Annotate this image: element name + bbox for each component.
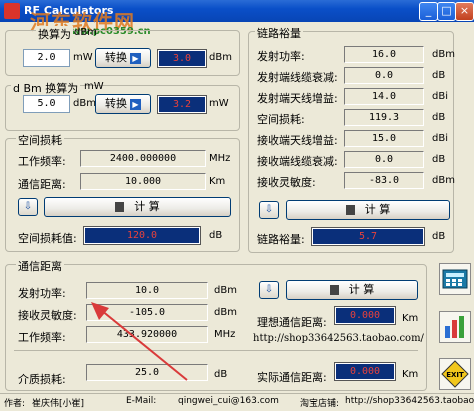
actual-result: 0.000 <box>334 362 396 381</box>
space-loss-result-unit: dB <box>209 230 223 241</box>
calculator-icon <box>442 269 468 289</box>
email-label: E-Mail: <box>126 396 157 406</box>
link-margin-row-unit: dB <box>432 112 446 123</box>
convert1-button[interactable]: 转换 ▶ <box>95 48 151 68</box>
link-margin-row-label: 空间损耗: <box>257 113 305 126</box>
chart-side-button[interactable] <box>439 311 471 343</box>
comm-freq-label: 工作频率: <box>18 331 66 344</box>
converter2-result-unit: mW <box>209 98 229 109</box>
ideal-label: 理想通信距离: <box>257 316 327 329</box>
converter2-input[interactable]: 5.0 <box>23 95 70 113</box>
link-margin-row-label: 接收端线缆衰减: <box>257 155 338 168</box>
link-margin-row-value[interactable]: 0.0 <box>344 151 424 168</box>
converter1-input[interactable]: 2.0 <box>23 49 70 67</box>
comm-calc-button[interactable]: 计 算 <box>286 280 418 300</box>
converter2-title: d Bm 换算为 <box>11 80 81 96</box>
link-margin-toggle-button[interactable]: ⇩ <box>259 201 279 219</box>
shop-label: 淘宝店铺: <box>300 399 340 409</box>
dist-unit: Km <box>209 176 226 187</box>
tx-unit: dBm <box>214 285 237 296</box>
link-margin-row-label: 发射功率: <box>257 50 305 63</box>
actual-unit: Km <box>402 369 419 380</box>
link-margin-row-unit: dBm <box>432 49 455 60</box>
dist-label: 通信距离: <box>18 178 66 191</box>
annotation-arrow <box>91 302 188 381</box>
email-value[interactable]: qingwei_cui@163.com <box>178 396 279 406</box>
chart-icon <box>445 316 464 338</box>
freq-unit: MHz <box>209 153 231 164</box>
converter1-result-unit: dBm <box>209 52 232 63</box>
ideal-result: 0.000 <box>334 306 396 325</box>
link-margin-title: 链路裕量 <box>255 25 303 41</box>
link-margin-row-value[interactable]: 16.0 <box>344 46 424 63</box>
shop-url[interactable]: http://shop33642563.taobao.com/ <box>253 333 424 344</box>
link-margin-result-label: 链路裕量: <box>257 233 305 246</box>
comm-tx[interactable]: 10.0 <box>86 282 208 299</box>
link-margin-row-unit: dBm <box>432 175 455 186</box>
down-arrow-icon: ⇩ <box>264 204 274 215</box>
link-margin-row-value[interactable]: 119.3 <box>344 109 424 126</box>
link-margin-calc-button[interactable]: 计 算 <box>286 200 450 220</box>
convert2-button[interactable]: 转换 ▶ <box>95 94 151 114</box>
space-loss-result-label: 空间损耗值: <box>18 232 77 245</box>
converter1-title: 换算为 <box>36 26 73 42</box>
rx-unit: dBm <box>214 307 237 318</box>
down-arrow-icon: ⇩ <box>23 201 33 212</box>
space-loss-toggle-button[interactable]: ⇩ <box>18 198 38 216</box>
link-margin-row-unit: dB <box>432 70 446 81</box>
converter2-result: 3.2 <box>157 95 207 114</box>
link-margin-row-label: 发射端线缆衰减: <box>257 71 338 84</box>
medium-unit: dB <box>214 369 228 380</box>
calculator-icon <box>345 205 355 215</box>
space-loss-title: 空间损耗 <box>16 132 64 148</box>
shop-link[interactable]: http://shop33642563.taobao.com <box>345 396 474 406</box>
link-margin-row-value[interactable]: 0.0 <box>344 67 424 84</box>
maximize-button[interactable]: □ <box>437 2 456 21</box>
link-margin-result: 5.7 <box>311 227 425 246</box>
link-margin-result-unit: dB <box>432 231 446 242</box>
author-label: 作者: <box>4 399 26 409</box>
ideal-unit: Km <box>402 313 419 324</box>
svg-text:EXIT: EXIT <box>446 371 464 379</box>
calculator-icon <box>115 202 125 212</box>
arrow-right-icon: ▶ <box>130 52 141 64</box>
link-margin-row-label: 接收端天线增益: <box>257 134 338 147</box>
comm-distance-title: 通信距离 <box>16 258 64 274</box>
link-margin-row-label: 发射端天线增益: <box>257 92 338 105</box>
tx-label: 发射功率: <box>18 287 66 300</box>
link-margin-row-label: 接收灵敏度: <box>257 176 316 189</box>
space-loss-calc-button[interactable]: 计 算 <box>44 197 231 217</box>
link-margin-row-unit: dB <box>432 154 446 165</box>
rx-label: 接收灵敏度: <box>18 309 77 322</box>
medium-label: 介质损耗: <box>18 373 66 386</box>
converter2-input-unit: dBm <box>73 98 96 109</box>
space-loss-dist[interactable]: 10.000 <box>80 173 206 190</box>
author-name: 崔庆伟[小崔] <box>32 399 85 409</box>
converter2-to-unit: mW <box>84 81 104 92</box>
space-loss-result: 120.0 <box>83 226 201 245</box>
exit-icon: EXIT <box>441 360 469 388</box>
calculator-side-button[interactable] <box>439 263 471 295</box>
minimize-button[interactable]: _ <box>419 2 438 21</box>
comm-toggle-button[interactable]: ⇩ <box>259 281 279 299</box>
space-loss-freq[interactable]: 2400.000000 <box>80 150 206 167</box>
freq-label: 工作频率: <box>18 155 66 168</box>
comm-freq-unit: MHz <box>214 329 236 340</box>
app-icon <box>4 3 20 19</box>
link-margin-row-value[interactable]: -83.0 <box>344 172 424 189</box>
converter1-input-unit: mW <box>73 52 93 63</box>
exit-side-button[interactable]: EXIT <box>439 358 471 390</box>
link-margin-row-unit: dBi <box>432 91 448 102</box>
link-margin-row-unit: dBi <box>432 133 448 144</box>
calculator-icon <box>329 285 339 295</box>
link-margin-row-value[interactable]: 14.0 <box>344 88 424 105</box>
converter1-result: 3.0 <box>157 49 207 68</box>
close-button[interactable]: × <box>455 2 474 21</box>
down-arrow-icon: ⇩ <box>264 284 274 295</box>
link-margin-row-value[interactable]: 15.0 <box>344 130 424 147</box>
divider <box>14 350 418 351</box>
converter1-to-unit: dBm <box>74 27 97 38</box>
arrow-right-icon: ▶ <box>130 98 141 110</box>
actual-label: 实际通信距离: <box>257 371 327 384</box>
